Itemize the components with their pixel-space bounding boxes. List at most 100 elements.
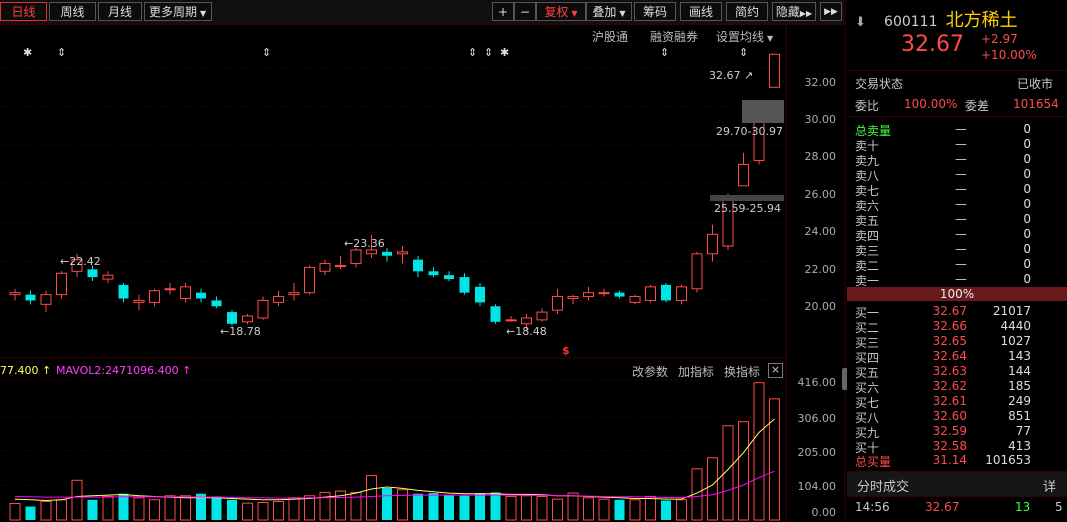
candle-body — [335, 264, 346, 267]
sell-level-row[interactable]: 卖二 —0 — [855, 257, 1045, 273]
sell-level-row[interactable]: 卖六 —0 — [855, 197, 1045, 213]
candle-body — [459, 277, 470, 293]
candle-body — [9, 292, 21, 296]
low-annotation: ←18.48 — [506, 325, 547, 338]
buy-level-vol: 21017 — [992, 304, 1031, 318]
buy-level-price: 32.62 — [932, 379, 967, 393]
volume-bar — [164, 495, 176, 521]
candle-body — [350, 249, 362, 265]
sell-level-row[interactable]: 卖一 —0 — [855, 272, 1045, 288]
ticks-header[interactable]: 分时成交 详 — [847, 471, 1067, 497]
buy-level-row[interactable]: 买一 32.67 21017 — [855, 304, 1055, 320]
buy-total-row: 总买量 31.14 101653 — [855, 453, 1055, 469]
candle-body — [180, 286, 191, 299]
candle-body — [536, 311, 548, 321]
sell-level-vol: 0 — [1023, 182, 1031, 196]
buy-level-row[interactable]: 买六 32.62 185 — [855, 379, 1055, 395]
buy-level-row[interactable]: 买二 32.66 4440 — [855, 319, 1055, 335]
volume-bar — [629, 499, 641, 521]
buy-level-row[interactable]: 买九 32.59 77 — [855, 424, 1055, 440]
tick-vol: 13 — [1015, 500, 1031, 514]
low-annotation: ←18.78 — [220, 325, 261, 338]
volume-bar — [567, 492, 579, 521]
close-indicator-button[interactable]: × — [768, 363, 783, 378]
volume-bar — [707, 457, 718, 521]
candle-body — [428, 271, 439, 276]
buy-level-vol: 1027 — [1000, 334, 1031, 348]
event-arrow-icon[interactable]: ⇕ — [660, 46, 669, 59]
down-arrow-icon[interactable]: ⬇ — [855, 15, 866, 30]
buy-level-row[interactable]: 买十 32.58 413 — [855, 439, 1055, 455]
buy-level-row[interactable]: 买七 32.61 249 — [855, 394, 1055, 410]
event-arrow-icon[interactable]: ⇕ — [484, 46, 493, 59]
buy-level-row[interactable]: 买五 32.63 144 — [855, 364, 1055, 380]
add-indicator-button[interactable]: 加指标 — [678, 363, 714, 380]
event-arrow-icon[interactable]: ⇕ — [262, 46, 271, 59]
buy-level-price: 32.59 — [932, 424, 967, 438]
event-arrow-icon[interactable]: ⇕ — [57, 46, 66, 59]
edit-params-button[interactable]: 改参数 — [632, 363, 668, 380]
sell-level-row[interactable]: 卖四 —0 — [855, 227, 1045, 243]
event-star-icon[interactable]: ✱ — [23, 46, 32, 59]
event-arrow-icon[interactable]: ⇕ — [468, 46, 477, 59]
buy-level-price: 32.65 — [932, 334, 967, 348]
candle-body — [164, 288, 176, 291]
sell-level-row[interactable]: 卖三 —0 — [855, 242, 1045, 258]
buy-level-vol: 143 — [1008, 349, 1031, 363]
volume-bar — [552, 498, 563, 521]
volume-bar — [87, 499, 98, 520]
volume-bar — [133, 497, 145, 521]
last-price-value: 32.67 — [709, 69, 741, 82]
candle-body — [490, 306, 501, 322]
buy-level-row[interactable]: 买四 32.64 143 — [855, 349, 1055, 365]
buy-level-row[interactable]: 买八 32.60 851 — [855, 409, 1055, 425]
candle-body — [661, 284, 671, 301]
sell-level-row[interactable]: 卖七 —0 — [855, 182, 1045, 198]
volume-bar — [614, 499, 625, 520]
sell-level-price: — — [955, 242, 967, 256]
tick-price: 32.67 — [925, 500, 960, 514]
buy-level-vol: 851 — [1008, 409, 1031, 423]
volume-bar — [428, 493, 439, 520]
change-indicator-button[interactable]: 换指标 — [724, 363, 760, 380]
quote-panel: ⬇ 600111 北方稀土 32.67 +2.97 +10.00% 交易状态 已… — [847, 0, 1067, 522]
sell-level-vol: 0 — [1023, 242, 1031, 256]
buy-level-row[interactable]: 买三 32.65 1027 — [855, 334, 1055, 350]
volume-bar — [273, 500, 284, 521]
gap-zone-lower — [710, 195, 784, 201]
volume-bar — [366, 475, 377, 521]
volume-bar — [769, 398, 780, 521]
event-arrow-icon[interactable]: ⇕ — [739, 46, 748, 59]
volume-bar — [180, 495, 191, 521]
panel-separator — [847, 116, 1067, 117]
event-star-icon[interactable]: ✱ — [500, 46, 509, 59]
sell-level-vol: 0 — [1023, 257, 1031, 271]
volume-axis-label: 0.00 — [811, 506, 837, 519]
buy-total-vol: 101653 — [985, 453, 1031, 467]
sell-level-price: — — [955, 212, 967, 226]
volume-bar — [25, 506, 36, 520]
sell-total-vol: 0 — [1023, 122, 1031, 136]
sell-level-row[interactable]: 卖十 —0 — [855, 137, 1045, 153]
sell-level-row[interactable]: 卖九 —0 — [855, 152, 1045, 168]
candle-body — [227, 312, 237, 324]
candle-body — [676, 286, 687, 301]
candle-body — [567, 296, 579, 299]
mavol2-label: MAVOL2:2471096.400 ↑ — [56, 364, 192, 377]
ticks-detail-button[interactable]: 详 — [1043, 476, 1056, 495]
sell-level-vol: 0 — [1023, 137, 1031, 151]
sell-total-row: 总卖量 — 0 — [855, 122, 1045, 138]
weibi-value: 100.00% — [904, 97, 958, 111]
gap-zone-upper — [742, 100, 784, 123]
candle-body — [133, 299, 145, 303]
sell-level-row[interactable]: 卖八 —0 — [855, 167, 1045, 183]
candle-body — [196, 292, 206, 299]
dividend-s-icon[interactable]: $ — [562, 344, 570, 357]
buy-level-price: 32.66 — [932, 319, 967, 333]
volume-bar — [211, 496, 222, 520]
candle-body — [149, 290, 160, 303]
price-axis-label: 24.00 — [804, 225, 837, 238]
sell-level-price: — — [955, 137, 967, 151]
candle-series — [9, 53, 780, 330]
sell-level-row[interactable]: 卖五 —0 — [855, 212, 1045, 228]
